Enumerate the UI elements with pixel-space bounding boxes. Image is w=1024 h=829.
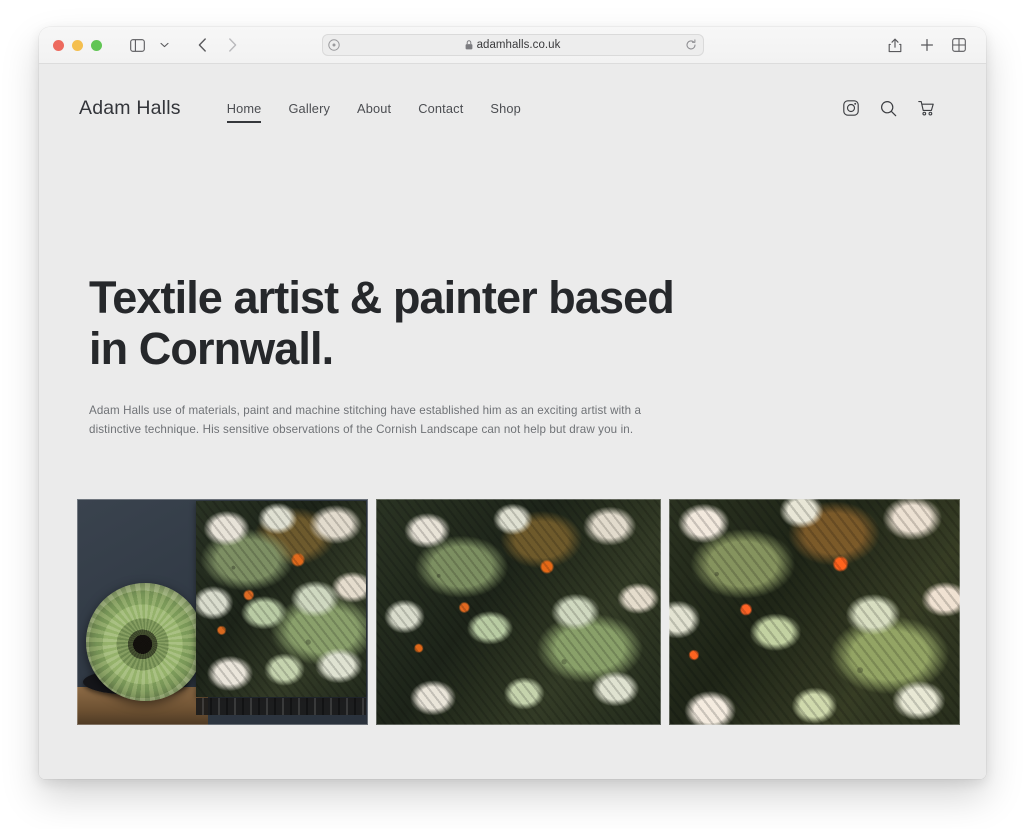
cart-icon[interactable] (918, 100, 935, 117)
page-title: Textile artist & painter based in Cornwa… (89, 272, 729, 374)
chevron-down-icon[interactable] (151, 33, 177, 57)
hero-subtitle: Adam Halls use of materials, paint and m… (89, 404, 642, 436)
sidebar-icon[interactable] (124, 33, 150, 57)
site-logo[interactable]: Adam Halls (79, 97, 181, 120)
window-controls (53, 39, 102, 51)
address-bar[interactable]: adamhalls.co.uk (321, 34, 704, 56)
gallery-item-2[interactable] (376, 499, 661, 725)
tab-overview-icon[interactable] (946, 33, 972, 57)
url-display: adamhalls.co.uk (465, 39, 561, 51)
gramophone-horn (85, 582, 204, 701)
share-icon[interactable] (882, 33, 908, 57)
address-bar-container: adamhalls.co.uk (39, 34, 986, 56)
nav-link-gallery[interactable]: Gallery (288, 101, 330, 118)
browser-window: adamhalls.co.uk Adam Halls Home Gallery … (39, 27, 986, 779)
nav-link-contact[interactable]: Contact (418, 101, 463, 118)
sidebar-controls (124, 33, 177, 57)
site-header: Adam Halls Home Gallery About Contact Sh… (39, 64, 986, 152)
back-button[interactable] (189, 33, 215, 57)
nav-link-about[interactable]: About (357, 101, 391, 118)
site-navigation: Home Gallery About Contact Shop (226, 99, 521, 123)
nav-link-shop[interactable]: Shop (490, 101, 521, 118)
hero-section: Textile artist & painter based in Cornwa… (39, 272, 986, 439)
new-tab-icon[interactable] (914, 33, 940, 57)
lock-icon (465, 40, 473, 50)
browser-toolbar: adamhalls.co.uk (39, 27, 986, 64)
page-settings-icon[interactable] (327, 39, 340, 51)
reload-icon[interactable] (685, 39, 697, 51)
screenshot-stage: adamhalls.co.uk Adam Halls Home Gallery … (0, 0, 1024, 829)
minimize-window-button[interactable] (72, 39, 83, 51)
url-text: adamhalls.co.uk (476, 39, 561, 51)
site-header-icons (843, 100, 935, 117)
close-window-button[interactable] (53, 39, 64, 51)
navigation-controls (189, 33, 245, 57)
search-icon[interactable] (880, 100, 897, 117)
lichen-texture (669, 499, 960, 725)
lichen-texture (376, 499, 661, 725)
page-title-line-2: in Cornwall. (89, 323, 334, 374)
page-title-line-1: Textile artist & painter based (89, 272, 675, 323)
shelf-edge (196, 698, 366, 715)
instagram-icon[interactable] (843, 100, 859, 116)
image-gallery (39, 499, 986, 725)
website-viewport: Adam Halls Home Gallery About Contact Sh… (39, 64, 986, 779)
forward-button[interactable] (219, 33, 245, 57)
gallery-item-3[interactable] (669, 499, 960, 725)
lichen-texture (196, 501, 366, 697)
gallery-item-1[interactable] (77, 499, 368, 725)
nav-link-home[interactable]: Home (226, 101, 262, 123)
toolbar-right-actions (882, 33, 972, 57)
framed-artwork (196, 501, 366, 697)
maximize-window-button[interactable] (91, 39, 102, 51)
